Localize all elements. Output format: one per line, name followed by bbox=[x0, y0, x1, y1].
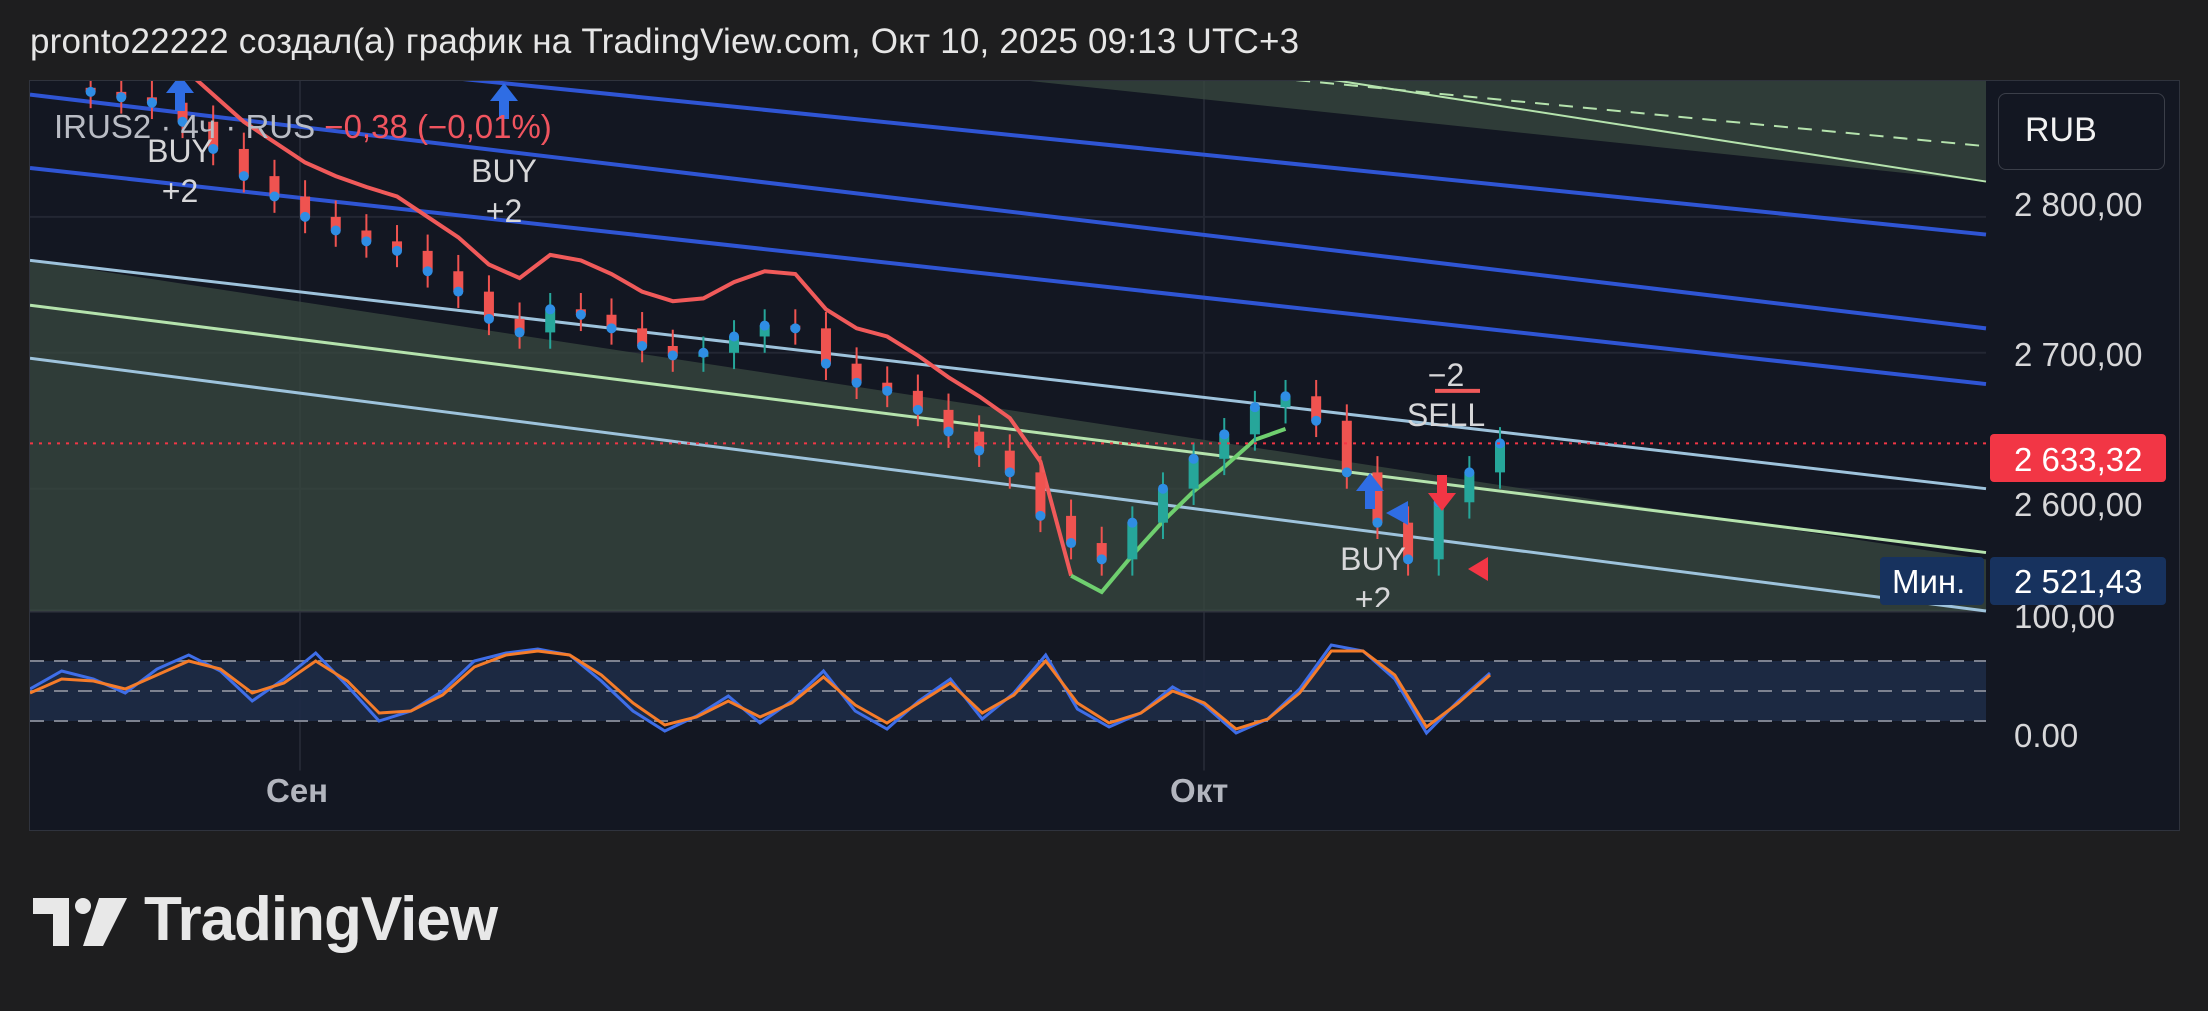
buy-signal-label: BUY +2 bbox=[130, 131, 230, 211]
candle-body bbox=[1035, 472, 1046, 516]
price-tick: 2 800,00 bbox=[2014, 186, 2143, 223]
close-dot bbox=[1280, 391, 1291, 402]
close-dot bbox=[729, 331, 740, 342]
close-dot bbox=[820, 358, 831, 369]
signal-text: SELL bbox=[1406, 397, 1486, 433]
symbol-legend[interactable]: IRUS2 · 4ч · RUS −0,38 (−0,01%) bbox=[54, 108, 552, 146]
close-dot bbox=[1311, 415, 1322, 426]
close-dot bbox=[575, 309, 586, 320]
price-tick: 2 600,00 bbox=[2014, 486, 2143, 523]
candle-body bbox=[1433, 502, 1444, 560]
close-dot bbox=[483, 313, 494, 324]
close-dot bbox=[698, 347, 709, 358]
min-price-label: Мин. bbox=[1880, 557, 1984, 605]
candle-body bbox=[1127, 522, 1138, 560]
chart-panel[interactable] bbox=[29, 80, 2180, 831]
buy-signal-label: BUY +2 bbox=[1323, 539, 1423, 607]
candle-body bbox=[1341, 420, 1352, 473]
buy-arrow-icon bbox=[166, 81, 194, 111]
close-dot bbox=[759, 320, 770, 331]
close-dot bbox=[514, 327, 525, 338]
close-dot bbox=[667, 350, 678, 361]
close-dot bbox=[392, 245, 403, 256]
price-chart[interactable] bbox=[30, 81, 2180, 831]
close-dot bbox=[974, 445, 985, 456]
close-dot bbox=[1157, 483, 1168, 494]
close-dot bbox=[943, 426, 954, 437]
close-dot bbox=[1004, 467, 1015, 478]
close-dot bbox=[606, 323, 617, 334]
candle-body bbox=[1157, 488, 1168, 523]
time-label-oct: Окт bbox=[1170, 772, 1229, 809]
symbol-change: −0,38 (−0,01%) bbox=[324, 108, 552, 145]
close-dot bbox=[545, 304, 556, 315]
close-dot bbox=[85, 86, 96, 97]
close-dot bbox=[330, 225, 341, 236]
signal-qty: +2 bbox=[1354, 581, 1392, 607]
oscillator-tick: 100,00 bbox=[2014, 598, 2115, 635]
close-dot bbox=[1096, 554, 1107, 565]
close-dot bbox=[146, 97, 157, 108]
chart-caption: pronto22222 создал(а) график на TradingV… bbox=[30, 22, 1300, 61]
signal-qty: +2 bbox=[161, 173, 199, 209]
close-dot bbox=[238, 171, 249, 182]
close-dot bbox=[1464, 467, 1475, 478]
tradingview-logo-icon bbox=[33, 898, 127, 946]
close-dot bbox=[637, 341, 648, 351]
channel-fill-lower bbox=[30, 260, 1986, 611]
close-dot bbox=[1188, 453, 1199, 464]
oscillator-tick: 0.00 bbox=[2014, 717, 2079, 754]
close-dot bbox=[882, 385, 893, 396]
stochastic-oscillator bbox=[30, 643, 2179, 772]
close-dot bbox=[1341, 467, 1352, 478]
close-dot bbox=[851, 377, 862, 388]
close-dot bbox=[361, 236, 372, 247]
candle-body bbox=[820, 328, 831, 364]
close-dot bbox=[453, 286, 464, 297]
regression-channels bbox=[30, 81, 1987, 613]
signal-qty: +2 bbox=[485, 193, 523, 229]
close-dot bbox=[422, 266, 433, 277]
signal-qty: −2 bbox=[1427, 357, 1465, 393]
close-dot bbox=[1219, 429, 1230, 440]
close-dot bbox=[1372, 517, 1383, 528]
close-dot bbox=[269, 191, 280, 202]
symbol-exchange: RUS bbox=[245, 108, 316, 145]
signal-text: BUY bbox=[471, 153, 537, 189]
sell-signal-label: −2 SELL bbox=[1391, 355, 1501, 435]
signal-text: BUY bbox=[147, 133, 213, 169]
close-dot bbox=[116, 92, 127, 103]
brand-name: TradingView bbox=[144, 885, 498, 954]
time-label-sep: Сен bbox=[266, 772, 329, 809]
close-dot bbox=[1127, 517, 1138, 528]
close-dot bbox=[1249, 402, 1260, 413]
currency-button[interactable]: RUB bbox=[1998, 93, 2165, 170]
close-dot bbox=[790, 323, 801, 334]
price-tick: 2 700,00 bbox=[2014, 336, 2143, 373]
signal-text: BUY bbox=[1340, 541, 1406, 577]
close-dot bbox=[1035, 510, 1046, 521]
close-dot bbox=[1066, 538, 1077, 549]
close-dot bbox=[912, 404, 923, 415]
close-dot bbox=[300, 211, 311, 222]
buy-signal-label: BUY +2 bbox=[454, 151, 554, 231]
last-price-badge: 2 633,32 bbox=[1990, 434, 2166, 482]
